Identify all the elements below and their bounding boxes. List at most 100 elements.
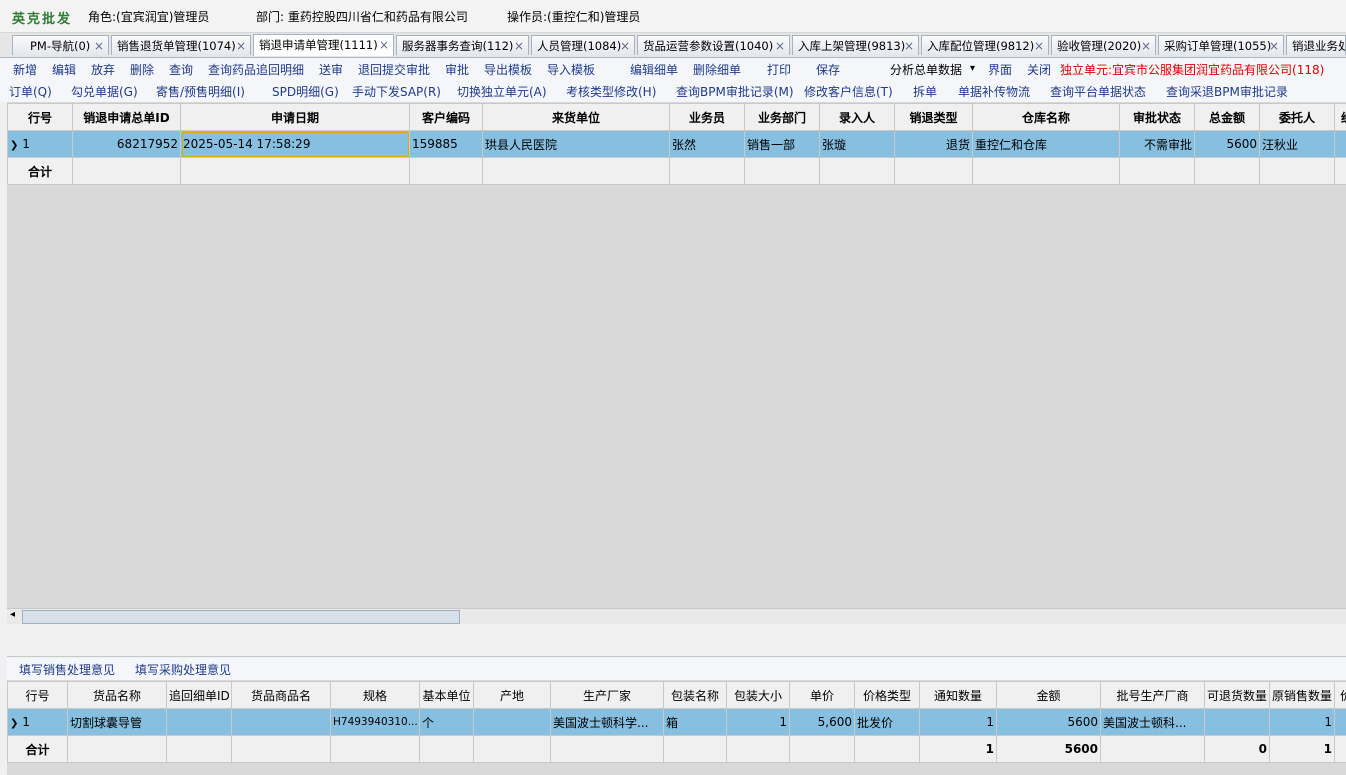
supplier-cell[interactable]: 珙县人民医院	[482, 130, 670, 158]
close-icon[interactable]: ×	[775, 36, 785, 55]
dept-cell[interactable]: 销售一部	[744, 130, 820, 158]
tab-return-request[interactable]: 销退申请单管理(1111) ×	[253, 34, 394, 56]
origin-cell[interactable]	[473, 708, 551, 736]
column-header[interactable]: 单价	[789, 681, 855, 709]
date-cell[interactable]: 2025-05-14 17:58:29	[180, 130, 410, 158]
close-icon[interactable]: ×	[620, 36, 630, 55]
chevron-down-icon[interactable]: ▾	[970, 63, 975, 74]
id-cell[interactable]: 68217952	[72, 130, 181, 158]
column-header[interactable]: 包装大小	[726, 681, 790, 709]
returnable-cell[interactable]	[1204, 708, 1270, 736]
column-header[interactable]: 批号生产厂商	[1100, 681, 1205, 709]
close-icon[interactable]: ×	[94, 36, 104, 55]
notice-qty-cell[interactable]: 1	[919, 708, 997, 736]
send-sap-button[interactable]: 手动下发SAP(R)	[352, 83, 441, 100]
query-recall-detail-button[interactable]: 查询药品追回明细	[208, 61, 304, 78]
column-header[interactable]: 包装名称	[663, 681, 727, 709]
row-number-cell[interactable]: ❯ 1	[7, 130, 73, 158]
column-header[interactable]: 行号	[7, 681, 68, 709]
edit-button[interactable]: 编辑	[52, 61, 76, 78]
column-header[interactable]: 销退申请总单ID	[72, 103, 181, 131]
column-header[interactable]: 委托人	[1259, 103, 1335, 131]
column-header[interactable]: 业务部门	[744, 103, 820, 131]
lot-maker-cell[interactable]: 美国波士顿科...	[1100, 708, 1205, 736]
switch-unit-button[interactable]: 切换独立单元(A)	[457, 83, 547, 100]
platform-status-button[interactable]: 查询平台单据状态	[1050, 83, 1146, 100]
close-icon[interactable]: ×	[514, 36, 524, 55]
column-header[interactable]: 价格类型	[854, 681, 920, 709]
column-header[interactable]: 申请日期	[180, 103, 410, 131]
modify-type-button[interactable]: 考核类型修改(H)	[566, 83, 656, 100]
customer-code-cell[interactable]: 159885	[409, 130, 483, 158]
analyze-dropdown[interactable]: 分析总单数据	[890, 61, 962, 78]
consign-detail-button[interactable]: 寄售/预售明细(I)	[156, 83, 245, 100]
unit-cell[interactable]: 个	[419, 708, 474, 736]
tab-purchase-order[interactable]: 采购订单管理(1055) ×	[1158, 35, 1284, 55]
resend-logistics-button[interactable]: 单据补传物流	[958, 83, 1030, 100]
type-cell[interactable]: 退货	[894, 130, 973, 158]
maker-cell[interactable]: 美国波士顿科学...	[550, 708, 664, 736]
tab-server-query[interactable]: 服务器事务查询(112) ×	[396, 35, 529, 55]
column-header[interactable]: 仓库名称	[972, 103, 1120, 131]
discard-button[interactable]: 放弃	[91, 61, 115, 78]
client-cell[interactable]: 汪秋业	[1259, 130, 1335, 158]
delete-button[interactable]: 删除	[130, 61, 154, 78]
purchase-bpm-button[interactable]: 查询采退BPM审批记录	[1166, 83, 1288, 100]
tab-pm-nav[interactable]: PM-导航(0) ×	[12, 35, 109, 55]
column-header[interactable]: 生产厂家	[550, 681, 664, 709]
spec-cell[interactable]: H7493940310...	[330, 708, 420, 736]
export-template-button[interactable]: 导出模板	[484, 61, 532, 78]
column-header[interactable]: 经	[1334, 103, 1346, 131]
salesman-cell[interactable]: 张然	[669, 130, 745, 158]
column-header[interactable]: 原销售数量	[1269, 681, 1335, 709]
recall-id-cell[interactable]	[166, 708, 232, 736]
status-cell[interactable]: 不需审批	[1119, 130, 1195, 158]
scroll-left-icon[interactable]: ◂	[10, 609, 15, 620]
product-name-cell[interactable]: 切割球囊导管	[67, 708, 167, 736]
tab-return-business[interactable]: 销退业务处	[1286, 35, 1346, 55]
tab-inbound-slot[interactable]: 入库配位管理(9812) ×	[921, 35, 1049, 55]
reconcile-button[interactable]: 勾兑单据(G)	[71, 83, 138, 100]
save-button[interactable]: 保存	[816, 61, 840, 78]
sales-opinion-button[interactable]: 填写销售处理意见	[19, 661, 115, 678]
add-button[interactable]: 新增	[13, 61, 37, 78]
order-button[interactable]: 订单(Q)	[9, 83, 52, 100]
import-template-button[interactable]: 导入模板	[547, 61, 595, 78]
column-header[interactable]: 可退货数量	[1204, 681, 1270, 709]
entry-cell[interactable]: 张璇	[819, 130, 895, 158]
edit-detail-button[interactable]: 编辑细单	[630, 61, 678, 78]
splitter[interactable]	[7, 624, 1346, 657]
tab-ops-params[interactable]: 货品运营参数设置(1040) ×	[637, 35, 790, 55]
column-header[interactable]: 行号	[7, 103, 73, 131]
row-number-cell[interactable]: ❯ 1	[7, 708, 68, 736]
close-icon[interactable]: ×	[236, 36, 246, 55]
tab-inbound-shelf[interactable]: 入库上架管理(9813) ×	[792, 35, 919, 55]
scrollbar-thumb[interactable]	[22, 610, 460, 624]
print-button[interactable]: 打印	[767, 61, 791, 78]
extra-cell[interactable]	[1334, 708, 1346, 736]
column-header[interactable]: 通知数量	[919, 681, 997, 709]
column-header[interactable]: 录入人	[819, 103, 895, 131]
split-button[interactable]: 拆单	[913, 83, 937, 100]
column-header[interactable]: 总金额	[1194, 103, 1260, 131]
close-icon[interactable]: ×	[1141, 36, 1151, 55]
close-icon[interactable]: ×	[379, 35, 389, 55]
column-header[interactable]: 金额	[996, 681, 1101, 709]
modify-customer-button[interactable]: 修改客户信息(T)	[804, 83, 893, 100]
warehouse-cell[interactable]: 重控仁和仓库	[972, 130, 1120, 158]
column-header[interactable]: 货品商品名	[231, 681, 331, 709]
interface-button[interactable]: 界面	[988, 61, 1012, 78]
return-approval-button[interactable]: 退回提交审批	[358, 61, 430, 78]
trade-name-cell[interactable]	[231, 708, 331, 736]
column-header[interactable]: 业务员	[669, 103, 745, 131]
column-header[interactable]: 销退类型	[894, 103, 973, 131]
amount-cell[interactable]: 5600	[996, 708, 1101, 736]
purchase-opinion-button[interactable]: 填写采购处理意见	[135, 661, 231, 678]
column-header[interactable]: 追回细单ID	[166, 681, 232, 709]
column-header[interactable]: 来货单位	[482, 103, 670, 131]
approve-button[interactable]: 审批	[445, 61, 469, 78]
close-icon[interactable]: ×	[1269, 36, 1279, 55]
price-type-cell[interactable]: 批发价	[854, 708, 920, 736]
price-cell[interactable]: 5,600	[789, 708, 855, 736]
tab-sales-return[interactable]: 销售退货单管理(1074) ×	[111, 35, 251, 55]
